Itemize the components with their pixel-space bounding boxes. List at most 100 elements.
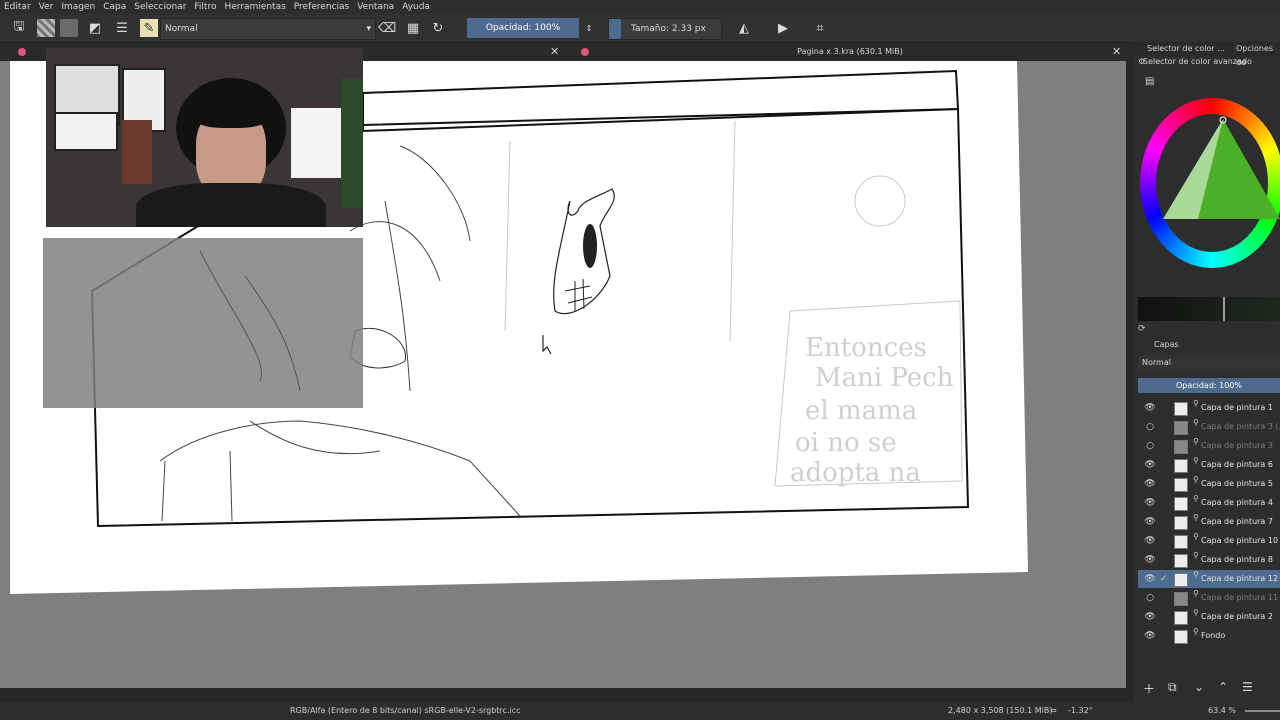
eye-icon[interactable]: 👁 bbox=[1143, 627, 1157, 645]
layer-thumbnail bbox=[1174, 421, 1188, 435]
layer-name: Capa de pintura 8 bbox=[1201, 555, 1273, 564]
menu-imagen[interactable]: Imagen bbox=[57, 0, 99, 14]
zoom-value: 63.4 % bbox=[1208, 706, 1236, 715]
color-history-strip[interactable] bbox=[1138, 297, 1280, 321]
eraser-icon[interactable]: ⌫ bbox=[378, 19, 396, 37]
layer-row[interactable]: 👁 ⚲ Capa de pintura 4 bbox=[1138, 494, 1280, 512]
chain-icon: ⚲ bbox=[1193, 418, 1199, 427]
pattern-icon[interactable] bbox=[60, 19, 78, 37]
eye-hidden-icon[interactable]: ○ bbox=[1143, 437, 1157, 455]
reload-icon[interactable]: ↻ bbox=[429, 19, 447, 37]
eye-icon[interactable]: 👁 bbox=[1143, 513, 1157, 531]
layer-name: Fondo bbox=[1201, 631, 1226, 640]
chain-icon: ⚲ bbox=[1193, 513, 1199, 522]
color-settings-icon[interactable]: ▤ bbox=[1145, 76, 1154, 87]
layer-row[interactable]: 👁 ⚲ Capa de pintura 1 bbox=[1138, 399, 1280, 417]
save-icon[interactable]: 🖫 bbox=[10, 19, 28, 37]
eye-icon[interactable]: 👁 bbox=[1143, 494, 1157, 512]
canvas-text-2: Mani Pech bbox=[815, 363, 954, 393]
color-selector-title: Selector de color avanzado bbox=[1143, 57, 1252, 66]
wall-art-2 bbox=[54, 112, 118, 151]
size-fill bbox=[609, 19, 621, 39]
layer-properties-icon[interactable]: ☰ bbox=[1242, 680, 1253, 694]
brush-presets-icon[interactable]: ☰ bbox=[113, 19, 131, 37]
layer-row[interactable]: 👁 ⚲ Capa de pintura 5 bbox=[1138, 475, 1280, 493]
layer-thumbnail bbox=[1174, 573, 1188, 587]
layer-row[interactable]: 👁 ⚲ Fondo bbox=[1138, 627, 1280, 645]
menu-preferencias[interactable]: Preferencias bbox=[290, 0, 353, 14]
layers-blend-select[interactable]: Normal bbox=[1138, 355, 1280, 371]
zoom-slider[interactable] bbox=[1245, 710, 1280, 712]
duplicate-layer-icon[interactable]: ⧉ bbox=[1168, 680, 1177, 695]
size-slider[interactable]: Tamaño: 2.33 px bbox=[608, 18, 722, 40]
opacity-slider[interactable]: Opacidad: 100% bbox=[467, 18, 579, 38]
move-down-icon[interactable]: ⌄ bbox=[1194, 680, 1204, 694]
add-layer-icon[interactable]: ＋ bbox=[1143, 680, 1155, 697]
layer-row[interactable]: 👁 ⚲ Capa de pintura 6 bbox=[1138, 456, 1280, 474]
webcam-overlay bbox=[46, 48, 363, 227]
layer-row[interactable]: 👁 ⚲ Capa de pintura 10 bbox=[1138, 532, 1280, 550]
mirror-vertical-icon[interactable]: ▶ bbox=[774, 19, 792, 37]
menu-filtro[interactable]: Filtro bbox=[190, 0, 220, 14]
gradient-icon[interactable] bbox=[37, 19, 55, 37]
layer-thumbnail bbox=[1174, 535, 1188, 549]
eye-icon[interactable]: 👁 bbox=[1143, 570, 1157, 588]
layer-row[interactable]: ○ ⚲ Capa de pintura 3 (... bbox=[1138, 418, 1280, 436]
layer-row[interactable]: 👁 ⚲ Capa de pintura 2 bbox=[1138, 608, 1280, 626]
menu-ventana[interactable]: Ventana bbox=[353, 0, 398, 14]
brush-preset-icon[interactable]: ✎ bbox=[140, 19, 158, 37]
layer-row[interactable]: ○ ⚲ Capa de pintura 3 bbox=[1138, 437, 1280, 455]
layers-header: Capas bbox=[1138, 338, 1280, 352]
layer-row[interactable]: 👁 ⚲ Capa de pintura 8 bbox=[1138, 551, 1280, 569]
eye-icon[interactable]: 👁 bbox=[1143, 456, 1157, 474]
menu-editar[interactable]: Editar bbox=[0, 0, 35, 14]
canvas-text-3: el mama bbox=[805, 396, 917, 426]
menu-ver[interactable]: Ver bbox=[35, 0, 58, 14]
refresh-icon[interactable]: ⟳ bbox=[1138, 324, 1146, 334]
tab-color-selector[interactable]: Selector de color ... bbox=[1147, 42, 1225, 56]
alpha-lock-icon[interactable]: ▦ bbox=[404, 19, 422, 37]
menu-bar: Editar Ver Imagen Capa Seleccionar Filtro Herr… bbox=[0, 0, 1280, 14]
layer-name: Capa de pintura 7 bbox=[1201, 517, 1273, 526]
canvas-text-4: oi no se bbox=[795, 428, 897, 458]
document-tab[interactable]: Pagina x 3.kra (630.1 MiB) bbox=[600, 43, 1100, 61]
canvas-text-1: Entonces bbox=[805, 333, 927, 363]
layer-row[interactable]: 👁 ⚲ Capa de pintura 7 bbox=[1138, 513, 1280, 531]
layer-row[interactable]: ○ ⚲ Capa de pintura 11 bbox=[1138, 589, 1280, 607]
move-up-icon[interactable]: ⌃ bbox=[1218, 680, 1228, 694]
wrap-around-icon[interactable]: ⌗ bbox=[811, 19, 829, 37]
layers-toolbar: ＋ ⧉ ⌄ ⌃ ☰ bbox=[1138, 680, 1280, 700]
toolbar: 🖫 ◩ ☰ ✎ Normal ▾ ⌫ ▦ ↻ Opacidad: 100% ⇕ T… bbox=[0, 14, 1280, 43]
close-icon[interactable]: ✕ bbox=[550, 43, 559, 61]
mirror-horizontal-icon[interactable]: ◭ bbox=[735, 19, 753, 37]
layers-opacity-slider[interactable]: Opacidad: 100% bbox=[1138, 378, 1280, 393]
layer-row[interactable]: 👁 ✓ ⚲ Capa de pintura 12 bbox=[1138, 570, 1280, 588]
layer-name: Capa de pintura 11 bbox=[1201, 593, 1279, 602]
eye-hidden-icon[interactable]: ○ bbox=[1143, 418, 1157, 436]
opacity-spin-icon[interactable]: ⇕ bbox=[580, 19, 598, 37]
layer-name: Capa de pintura 3 (... bbox=[1201, 422, 1280, 431]
layer-thumbnail bbox=[1174, 592, 1188, 606]
layer-thumbnail bbox=[1174, 459, 1188, 473]
eye-icon[interactable]: 👁 bbox=[1143, 608, 1157, 626]
rotation-icon[interactable]: ⇔ bbox=[1050, 702, 1057, 720]
chain-icon: ⚲ bbox=[1193, 551, 1199, 560]
eye-icon[interactable]: 👁 bbox=[1143, 399, 1157, 417]
menu-herramientas[interactable]: Herramientas bbox=[220, 0, 289, 14]
eye-icon[interactable]: 👁 bbox=[1143, 551, 1157, 569]
menu-capa[interactable]: Capa bbox=[99, 0, 130, 14]
blend-mode-select[interactable]: Normal ▾ bbox=[160, 18, 376, 40]
eye-hidden-icon[interactable]: ○ bbox=[1143, 589, 1157, 607]
color-swap-icon[interactable]: ◩ bbox=[86, 19, 104, 37]
close-document-icon[interactable]: ✕ bbox=[1112, 43, 1121, 61]
layer-thumbnail bbox=[1174, 440, 1188, 454]
person-shirt bbox=[136, 183, 326, 227]
eye-icon[interactable]: 👁 bbox=[1143, 532, 1157, 550]
image-dimensions: 2,480 x 3,508 (150.1 MiB) bbox=[948, 706, 1053, 715]
colorspace-info: RGB/Alfa (Entero de 8 bits/canal) sRGB-e… bbox=[290, 706, 521, 715]
menu-ayuda[interactable]: Ayuda bbox=[398, 0, 434, 14]
color-triangle[interactable] bbox=[1158, 114, 1280, 224]
eye-icon[interactable]: 👁 bbox=[1143, 475, 1157, 493]
pin-icon[interactable]: ⚙ bbox=[1138, 57, 1145, 66]
menu-seleccionar[interactable]: Seleccionar bbox=[130, 0, 190, 14]
